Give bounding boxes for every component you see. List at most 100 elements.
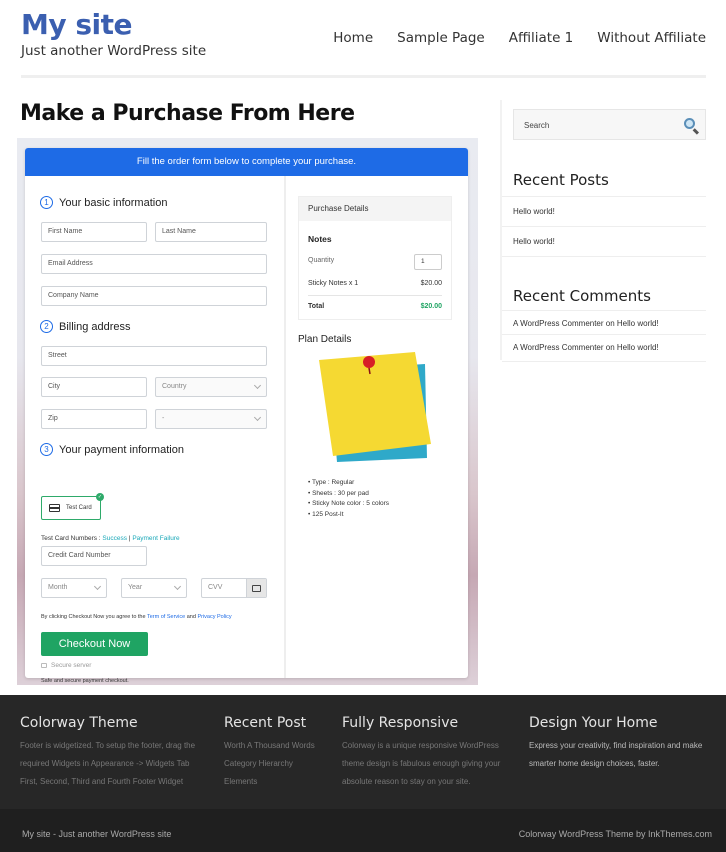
nav-sample-page[interactable]: Sample Page (397, 30, 485, 46)
recent-post-link[interactable]: Hello world! (502, 226, 706, 257)
comment-on: on (603, 343, 617, 352)
checkout-card: Fill the order form below to complete yo… (25, 148, 468, 684)
footer: Colorway Theme Footer is widgetized. To … (0, 695, 726, 809)
search-placeholder: Search (524, 121, 550, 130)
test-numbers-label: Test Card Numbers : (41, 535, 103, 542)
street-input[interactable]: Street (41, 346, 267, 366)
comment-post-link[interactable]: Hello world! (617, 319, 659, 328)
chevron-down-icon (93, 582, 102, 591)
search-input[interactable]: Search (513, 109, 706, 140)
terms-agreement: By clicking Checkout Now you agree to th… (41, 614, 232, 620)
footer-col-design-home: Design Your Home Express your creativity… (529, 715, 724, 773)
pushpin-needle (368, 367, 371, 375)
header-divider (21, 75, 706, 78)
payment-failure-link[interactable]: Payment Failure (132, 535, 179, 542)
total-label: Total (308, 303, 325, 310)
recent-posts-title: Recent Posts (513, 171, 609, 189)
month-select[interactable]: Month (41, 578, 107, 598)
credit-card-icon (49, 504, 60, 512)
footer-col-title: Fully Responsive (342, 715, 459, 731)
purchase-details: Purchase Details Notes Quantity 1 Sticky… (298, 196, 452, 320)
footer-text: required Widgets in Appearance -> Widget… (20, 759, 190, 768)
nav-affiliate-1[interactable]: Affiliate 1 (509, 30, 574, 46)
zip-input[interactable]: Zip (41, 409, 147, 429)
city-input[interactable]: City (41, 377, 147, 397)
comment-author-link[interactable]: A WordPress Commenter (513, 343, 604, 352)
theme-credit-link[interactable]: Colorway WordPress Theme by InkThemes.co… (519, 829, 712, 839)
section-billing: 2 Billing address (40, 320, 131, 333)
plan-feature: 125 Post-It (308, 510, 389, 521)
site-tagline: Just another WordPress site (21, 43, 207, 59)
cvv-input[interactable]: CVV (201, 578, 267, 598)
secure-label: Secure server (51, 662, 92, 669)
comment-post-link[interactable]: Hello world! (617, 343, 659, 352)
company-input[interactable]: Company Name (41, 286, 267, 306)
nav-without-affiliate[interactable]: Without Affiliate (597, 30, 706, 46)
footer-bottom-bar: My site - Just another WordPress site Co… (0, 809, 726, 852)
plan-details-title: Plan Details (298, 334, 352, 345)
test-card-label: Test Card (66, 505, 92, 511)
site-title[interactable]: My site (21, 8, 133, 41)
footer-link[interactable]: Worth A Thousand Words (224, 737, 334, 755)
month-value: Month (48, 584, 68, 591)
country-select[interactable]: Country (155, 377, 267, 397)
email-input[interactable]: Email Address (41, 254, 267, 274)
line-item-price: $20.00 (420, 280, 442, 287)
checkout-now-button[interactable]: Checkout Now (41, 632, 148, 656)
recent-post-link[interactable]: Hello world! (502, 196, 706, 226)
credit-card-number-input[interactable]: Credit Card Number (41, 546, 147, 566)
section-title: Billing address (59, 320, 131, 333)
section-payment: 3 Your payment information (40, 443, 184, 456)
cvv-card-icon (246, 579, 266, 597)
page-title: Make a Purchase From Here (20, 101, 355, 126)
footer-col-colorway: Colorway Theme Footer is widgetized. To … (20, 715, 220, 791)
quantity-input[interactable]: 1 (414, 254, 442, 270)
comment-author-link[interactable]: A WordPress Commenter (513, 319, 604, 328)
footer-text: Colorway is a unique responsive WordPres… (342, 741, 499, 750)
test-card-option[interactable]: Test Card ✓ (41, 493, 104, 520)
success-link[interactable]: Success (102, 535, 127, 542)
state-select[interactable]: - (155, 409, 267, 429)
footer-col-recent-post: Recent Post Worth A Thousand Words Categ… (224, 715, 334, 791)
footer-col-title: Recent Post (224, 715, 307, 731)
yellow-note (319, 352, 431, 456)
footer-text: absolute reason to stay on your site. (342, 777, 471, 786)
footer-text: smarter home design choices, faster. (529, 759, 660, 768)
section-title: Your payment information (59, 443, 184, 456)
footer-link[interactable]: Category Hierarchy (224, 755, 334, 773)
terms-link[interactable]: Term of Service (147, 614, 185, 620)
plan-feature: Sheets : 30 per pad (308, 489, 389, 500)
section-title: Your basic information (59, 196, 168, 209)
plan-feature: Sticky Note color : 5 colors (308, 499, 389, 510)
checkmark-icon: ✓ (96, 493, 104, 501)
secure-server: Secure server (41, 662, 91, 669)
section-basic-info: 1 Your basic information (40, 196, 167, 209)
line-item-label: Sticky Notes x 1 (308, 280, 359, 287)
step-number-icon: 3 (40, 443, 53, 456)
last-name-input[interactable]: Last Name (155, 222, 267, 242)
search-icon[interactable] (684, 118, 695, 129)
year-select[interactable]: Year (121, 578, 187, 598)
privacy-link[interactable]: Privacy Policy (197, 614, 231, 620)
footer-text: theme design is fabulous enough giving y… (342, 759, 501, 768)
footer-link[interactable]: Elements (224, 773, 334, 791)
recent-comment: A WordPress Commenter on Hello world! (502, 334, 706, 362)
safe-checkout-note: Safe and secure payment checkout. (41, 678, 129, 684)
footer-col-responsive: Fully Responsive Colorway is a unique re… (342, 715, 522, 791)
nav-home[interactable]: Home (333, 30, 373, 46)
step-number-icon: 1 (40, 196, 53, 209)
purchase-details-header: Purchase Details (299, 197, 451, 221)
chevron-down-icon (253, 381, 262, 390)
sticky-notes-image (319, 352, 431, 462)
year-value: Year (128, 584, 143, 591)
first-name-input[interactable]: First Name (41, 222, 147, 242)
quantity-label: Quantity (308, 257, 335, 264)
footer-text: Footer is widgetized. To setup the foote… (20, 741, 196, 750)
footer-text: First, Second, Third and Fourth Footer W… (20, 777, 184, 786)
order-banner: Fill the order form below to complete yo… (25, 148, 468, 176)
site-header: My site Just another WordPress site Home… (0, 0, 726, 80)
footer-text: Express your creativity, find inspiratio… (529, 741, 703, 750)
total-value: $20.00 (420, 303, 442, 310)
footer-col-title: Design Your Home (529, 715, 658, 731)
plan-feature: Type : Regular (308, 478, 389, 489)
